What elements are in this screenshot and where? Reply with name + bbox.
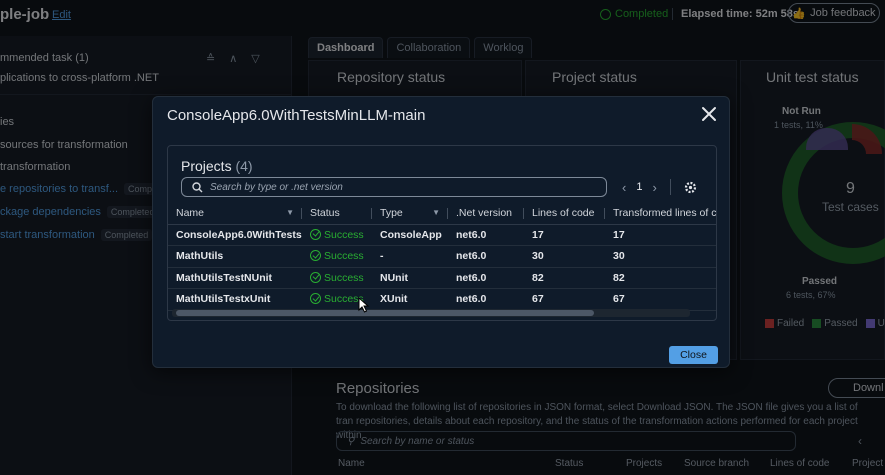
status-cell: Success [302, 267, 372, 289]
sort-down-icon[interactable]: ▼ [432, 208, 440, 217]
project-name: MathUtilsTestNUnit [168, 267, 302, 289]
column-header-lines-of-code[interactable]: Lines of code [524, 202, 605, 225]
projects-panel: Projects (4) ‹ 1 › Name ▼ Status [167, 145, 717, 321]
column-label: Transformed lines of co [613, 206, 717, 219]
column-label: Status [310, 206, 340, 219]
column-label: Name [176, 206, 205, 219]
column-label: Type [380, 206, 403, 219]
table-header-row: Name ▼ Status Type ▼ .Net version Lines of… [168, 202, 717, 225]
status-label: Success [324, 228, 364, 241]
net-version: net6.0 [448, 224, 524, 246]
lines-of-code: 17 [524, 224, 605, 246]
transformed-lines: 17 [605, 224, 716, 246]
table-row[interactable]: MathUtilsTestxUnit Success XUnit net6.0 … [168, 288, 716, 311]
modal-title: ConsoleApp6.0WithTestsMinLLM-main [167, 107, 426, 124]
search-icon [192, 181, 203, 192]
project-type: ConsoleApp [372, 224, 448, 246]
settings-gear-icon[interactable] [684, 181, 697, 194]
page-number[interactable]: 1 [636, 181, 642, 193]
project-type: - [372, 245, 448, 268]
column-header-transformed-lines[interactable]: Transformed lines of co [605, 202, 717, 225]
mouse-cursor-icon [358, 297, 370, 313]
horizontal-scrollbar[interactable] [172, 309, 690, 317]
projects-label: Projects [181, 158, 232, 174]
chevron-right-icon[interactable]: › [652, 180, 656, 195]
status-cell: Success [302, 224, 372, 246]
success-check-icon [310, 228, 321, 240]
table-row[interactable]: MathUtils Success - net6.0 30 30 [168, 245, 716, 268]
success-check-icon [310, 250, 321, 262]
chevron-left-icon[interactable]: ‹ [622, 180, 626, 195]
column-label: Lines of code [532, 206, 595, 219]
project-type: NUnit [372, 267, 448, 289]
projects-search-field[interactable] [181, 177, 607, 197]
status-cell: Success [302, 245, 372, 268]
status-label: Success [324, 271, 364, 284]
scrollbar-thumb[interactable] [176, 310, 594, 316]
projects-heading: Projects (4) [181, 158, 253, 174]
project-name: ConsoleApp6.0WithTests [168, 224, 302, 246]
search-input[interactable] [210, 181, 590, 193]
project-name: MathUtils [168, 245, 302, 268]
close-icon[interactable] [698, 103, 720, 125]
success-check-icon [310, 271, 321, 283]
projects-table: Name ▼ Status Type ▼ .Net version Lines of… [168, 202, 717, 311]
lines-of-code: 82 [524, 267, 605, 289]
transformed-lines: 30 [605, 245, 716, 268]
lines-of-code: 67 [524, 288, 605, 311]
status-label: Success [324, 250, 364, 263]
column-header-name[interactable]: Name ▼ [168, 202, 302, 225]
net-version: net6.0 [448, 288, 524, 311]
column-label: .Net version [456, 206, 513, 219]
table-row[interactable]: ConsoleApp6.0WithTests Success ConsoleAp… [168, 224, 716, 246]
transformed-lines: 67 [605, 288, 716, 311]
column-header-net-version[interactable]: .Net version [448, 202, 524, 225]
net-version: net6.0 [448, 267, 524, 289]
projects-count: (4) [235, 158, 253, 174]
success-check-icon [310, 293, 321, 305]
project-details-modal: ConsoleApp6.0WithTestsMinLLM-main Projec… [152, 96, 730, 368]
pagination: ‹ 1 › [622, 179, 697, 195]
net-version: net6.0 [448, 245, 524, 268]
column-header-type[interactable]: Type ▼ [372, 202, 448, 225]
column-header-status[interactable]: Status [302, 202, 372, 225]
close-button[interactable]: Close [669, 346, 718, 364]
table-row[interactable]: MathUtilsTestNUnit Success NUnit net6.0 … [168, 267, 716, 289]
sort-down-icon[interactable]: ▼ [286, 208, 294, 217]
lines-of-code: 30 [524, 245, 605, 268]
divider [669, 179, 671, 195]
project-name: MathUtilsTestxUnit [168, 288, 302, 311]
transformed-lines: 82 [605, 267, 716, 289]
project-type: XUnit [372, 288, 448, 311]
